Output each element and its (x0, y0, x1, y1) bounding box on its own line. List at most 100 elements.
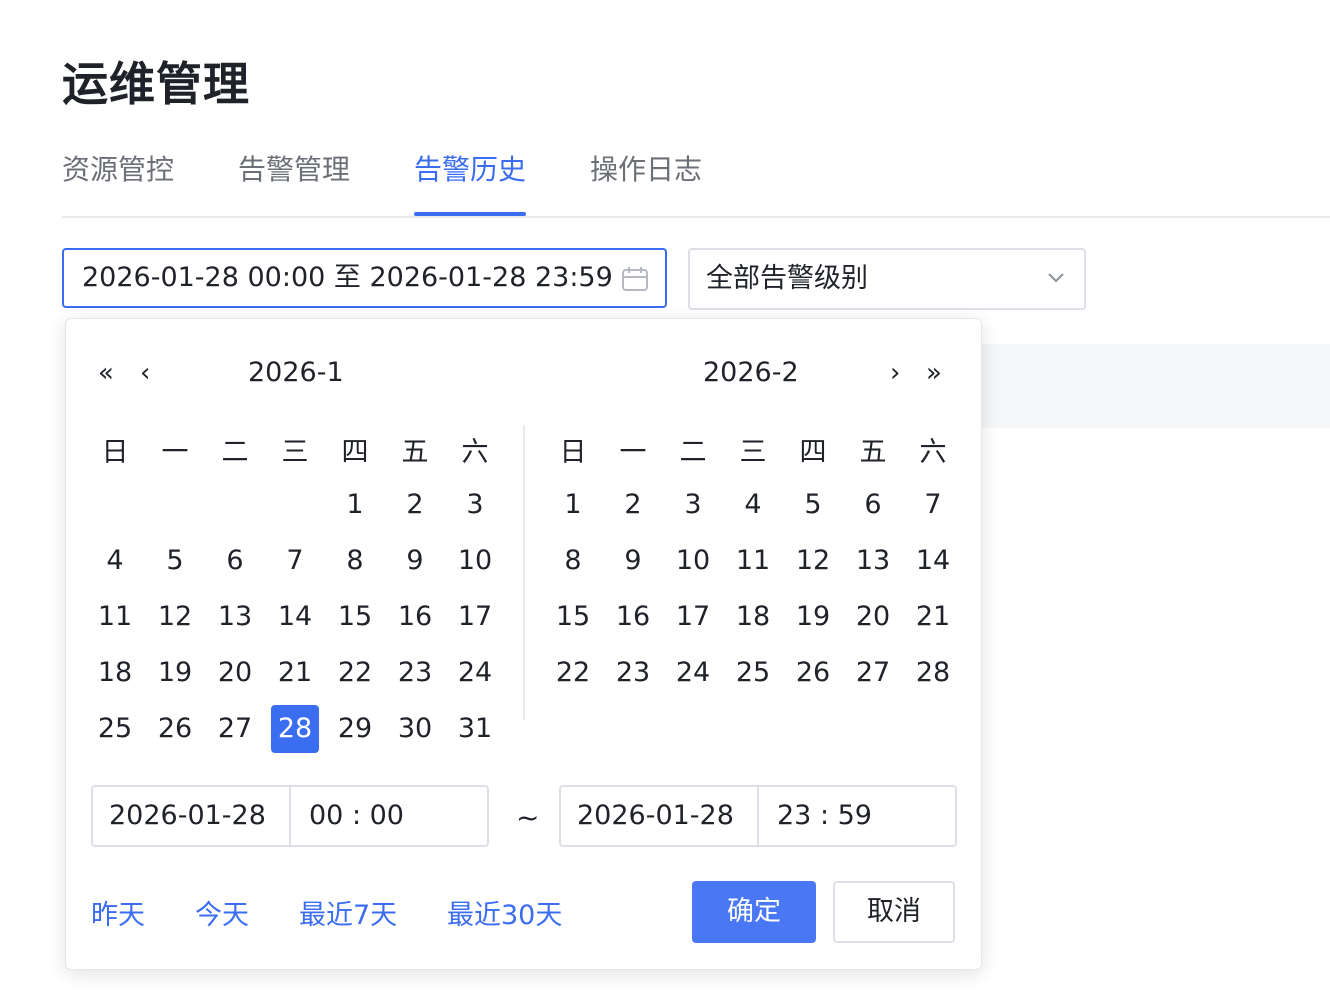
right-day-cell[interactable]: 7 (909, 481, 957, 529)
left-day-cell[interactable]: 12 (151, 593, 199, 641)
right-day-cell[interactable]: 8 (549, 537, 597, 585)
start-datetime-field: 2026-01-28 00 : 00 (91, 785, 489, 847)
left-day-cell[interactable]: 21 (271, 649, 319, 697)
right-day-cell[interactable]: 26 (789, 649, 837, 697)
left-day-cell[interactable]: 23 (391, 649, 439, 697)
left-day-cell[interactable]: 17 (451, 593, 499, 641)
right-day-cell[interactable]: 19 (789, 593, 837, 641)
left-day-cell[interactable]: 26 (151, 705, 199, 753)
alert-level-value: 全部告警级别 (706, 263, 868, 294)
quick-last-7-days[interactable]: 最近7天 (299, 893, 397, 932)
left-day-cell[interactable]: 16 (391, 593, 439, 641)
right-day-cell[interactable]: 18 (729, 593, 777, 641)
prev-year-icon[interactable]: « (98, 353, 114, 393)
tab-resource-control[interactable]: 资源管控 (62, 150, 174, 214)
left-day-cell[interactable]: 9 (391, 537, 439, 585)
left-day-cell[interactable]: 1 (331, 481, 379, 529)
right-day-cell[interactable]: 1 (549, 481, 597, 529)
end-time-input[interactable]: 23 : 59 (761, 787, 872, 845)
left-day-cell[interactable]: 15 (331, 593, 379, 641)
quick-last-30-days[interactable]: 最近30天 (447, 893, 562, 932)
left-day-cell[interactable]: 8 (331, 537, 379, 585)
right-day-cell[interactable]: 5 (789, 481, 837, 529)
right-day-cell[interactable]: 20 (849, 593, 897, 641)
date-range-picker-popup: « ‹ 2026-1 2026-2 › » 日一二三四五六 1 2 3 4 5 6 7 8 9 10… (65, 318, 982, 970)
start-date-input[interactable]: 2026-01-28 (93, 787, 291, 845)
date-range-value: 2026-01-28 00:00 至 2026-01-28 23:59 (82, 262, 613, 293)
right-day-cell[interactable]: 12 (789, 537, 837, 585)
left-weekday-header: 日 (101, 437, 129, 468)
left-weekday-header: 六 (461, 437, 489, 468)
right-day-cell[interactable]: 13 (849, 537, 897, 585)
left-day-cell[interactable]: 20 (211, 649, 259, 697)
range-separator: ~ (516, 801, 540, 834)
chevron-down-icon (1048, 273, 1064, 283)
tab-alert-history[interactable]: 告警历史 (414, 150, 527, 216)
right-weekday-header: 六 (919, 437, 947, 468)
alert-level-select[interactable]: 全部告警级别 (688, 248, 1086, 310)
tab-alert-management[interactable]: 告警管理 (238, 150, 350, 214)
left-day-cell[interactable]: 2 (391, 481, 439, 529)
end-date-input[interactable]: 2026-01-28 (561, 787, 759, 845)
left-weekday-header: 三 (281, 437, 309, 468)
right-day-cell[interactable]: 2 (609, 481, 657, 529)
left-day-cell[interactable]: 29 (331, 705, 379, 753)
left-day-cell[interactable]: 31 (451, 705, 499, 753)
right-day-cell[interactable]: 22 (549, 649, 597, 697)
left-day-cell[interactable]: 30 (391, 705, 439, 753)
right-day-cell[interactable]: 3 (669, 481, 717, 529)
right-weekday-header: 日 (559, 437, 587, 468)
left-day-cell[interactable]: 22 (331, 649, 379, 697)
left-day-cell[interactable]: 28 (271, 705, 319, 753)
right-month-title: 2026-2 (703, 357, 799, 388)
right-day-cell[interactable]: 4 (729, 481, 777, 529)
left-day-cell[interactable]: 13 (211, 593, 259, 641)
left-weekday-header: 一 (161, 437, 189, 468)
left-day-cell[interactable]: 24 (451, 649, 499, 697)
left-day-cell[interactable]: 11 (91, 593, 139, 641)
left-day-cell[interactable]: 25 (91, 705, 139, 753)
start-time-input[interactable]: 00 : 00 (293, 787, 404, 845)
left-day-cell[interactable]: 3 (451, 481, 499, 529)
right-day-cell[interactable]: 14 (909, 537, 957, 585)
cancel-button[interactable]: 取消 (833, 881, 955, 943)
right-day-cell[interactable]: 17 (669, 593, 717, 641)
next-month-icon[interactable]: › (890, 353, 900, 393)
left-day-cell[interactable]: 6 (211, 537, 259, 585)
right-day-cell[interactable]: 27 (849, 649, 897, 697)
right-day-cell[interactable]: 6 (849, 481, 897, 529)
right-day-cell[interactable]: 10 (669, 537, 717, 585)
right-day-cell[interactable]: 25 (729, 649, 777, 697)
calendar-divider (523, 425, 525, 720)
date-range-input[interactable]: 2026-01-28 00:00 至 2026-01-28 23:59 (62, 248, 667, 308)
left-day-cell[interactable]: 14 (271, 593, 319, 641)
tab-operation-log[interactable]: 操作日志 (590, 150, 702, 214)
right-day-cell[interactable]: 21 (909, 593, 957, 641)
right-day-cell[interactable]: 28 (909, 649, 957, 697)
calendar-icon (622, 267, 648, 291)
prev-month-icon[interactable]: ‹ (140, 353, 150, 393)
right-weekday-header: 五 (859, 437, 887, 468)
left-weekday-header: 四 (341, 437, 369, 468)
confirm-button[interactable]: 确定 (692, 881, 816, 943)
left-day-cell[interactable]: 18 (91, 649, 139, 697)
right-day-cell[interactable]: 16 (609, 593, 657, 641)
left-weekday-header: 五 (401, 437, 429, 468)
left-day-cell[interactable]: 10 (451, 537, 499, 585)
quick-yesterday[interactable]: 昨天 (91, 893, 145, 932)
left-day-cell[interactable]: 4 (91, 537, 139, 585)
right-day-cell[interactable]: 23 (609, 649, 657, 697)
left-day-cell[interactable]: 5 (151, 537, 199, 585)
right-day-cell[interactable]: 11 (729, 537, 777, 585)
left-day-cell[interactable]: 19 (151, 649, 199, 697)
next-year-icon[interactable]: » (926, 353, 942, 393)
quick-today[interactable]: 今天 (195, 893, 249, 932)
right-day-cell[interactable]: 24 (669, 649, 717, 697)
right-weekday-header: 四 (799, 437, 827, 468)
right-day-cell[interactable]: 15 (549, 593, 597, 641)
end-datetime-field: 2026-01-28 23 : 59 (559, 785, 957, 847)
left-day-cell[interactable]: 27 (211, 705, 259, 753)
right-day-cell[interactable]: 9 (609, 537, 657, 585)
left-weekday-header: 二 (221, 437, 249, 468)
left-day-cell[interactable]: 7 (271, 537, 319, 585)
